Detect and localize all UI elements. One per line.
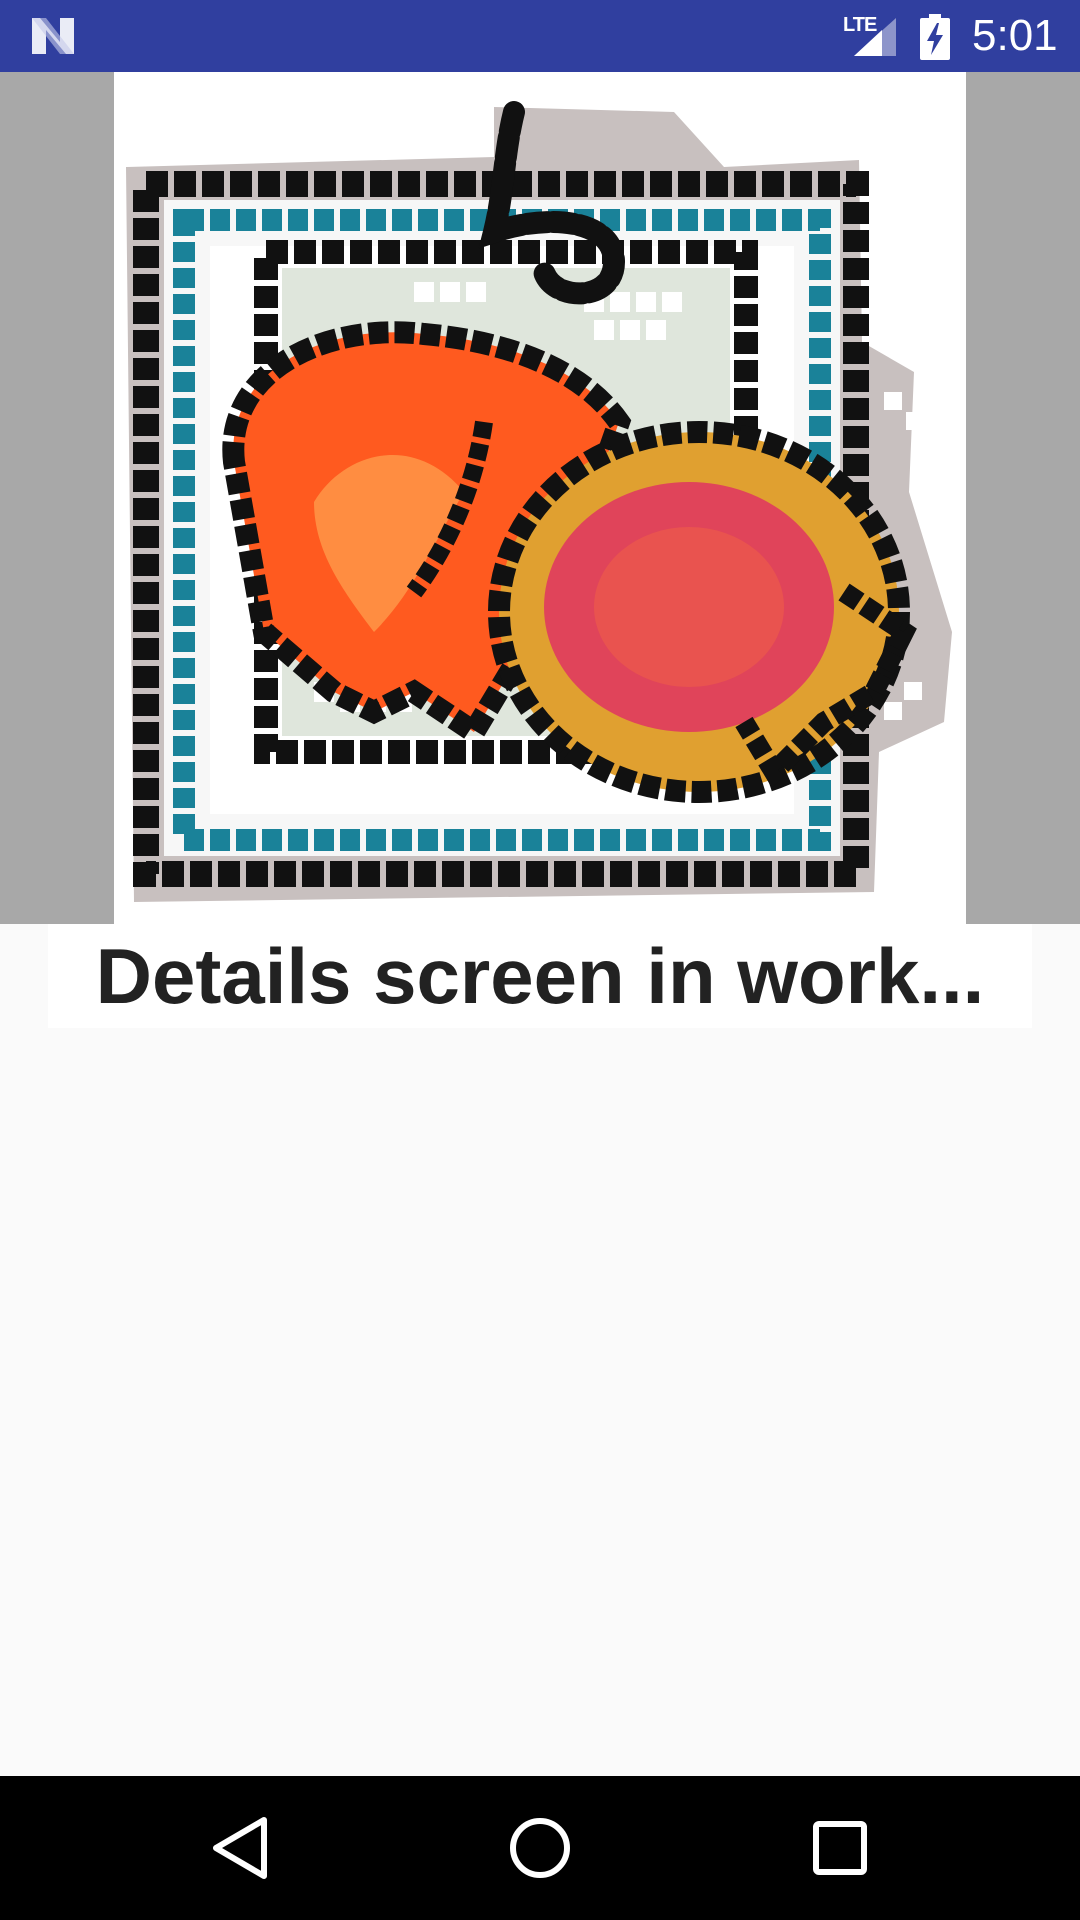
mosaic-illustration bbox=[126, 101, 952, 902]
details-caption: Details screen in work... bbox=[95, 932, 985, 1020]
navigation-bar bbox=[0, 1776, 1080, 1920]
home-circle-icon bbox=[510, 1818, 570, 1878]
hero-image-area bbox=[0, 72, 1080, 924]
back-button[interactable] bbox=[170, 1776, 310, 1920]
home-button[interactable] bbox=[470, 1776, 610, 1920]
caption-card: Details screen in work... bbox=[48, 924, 1032, 1028]
battery-charging-icon bbox=[920, 14, 950, 60]
clock-time: 5:01 bbox=[972, 11, 1058, 60]
recents-button[interactable] bbox=[770, 1776, 910, 1920]
n-logo-icon bbox=[32, 18, 74, 54]
cell-signal-icon bbox=[854, 18, 896, 56]
back-triangle-icon bbox=[213, 1817, 267, 1879]
recents-square-icon bbox=[813, 1821, 867, 1875]
mosaic-image[interactable] bbox=[114, 72, 966, 924]
status-bar: LTE 5:01 bbox=[0, 0, 1080, 72]
